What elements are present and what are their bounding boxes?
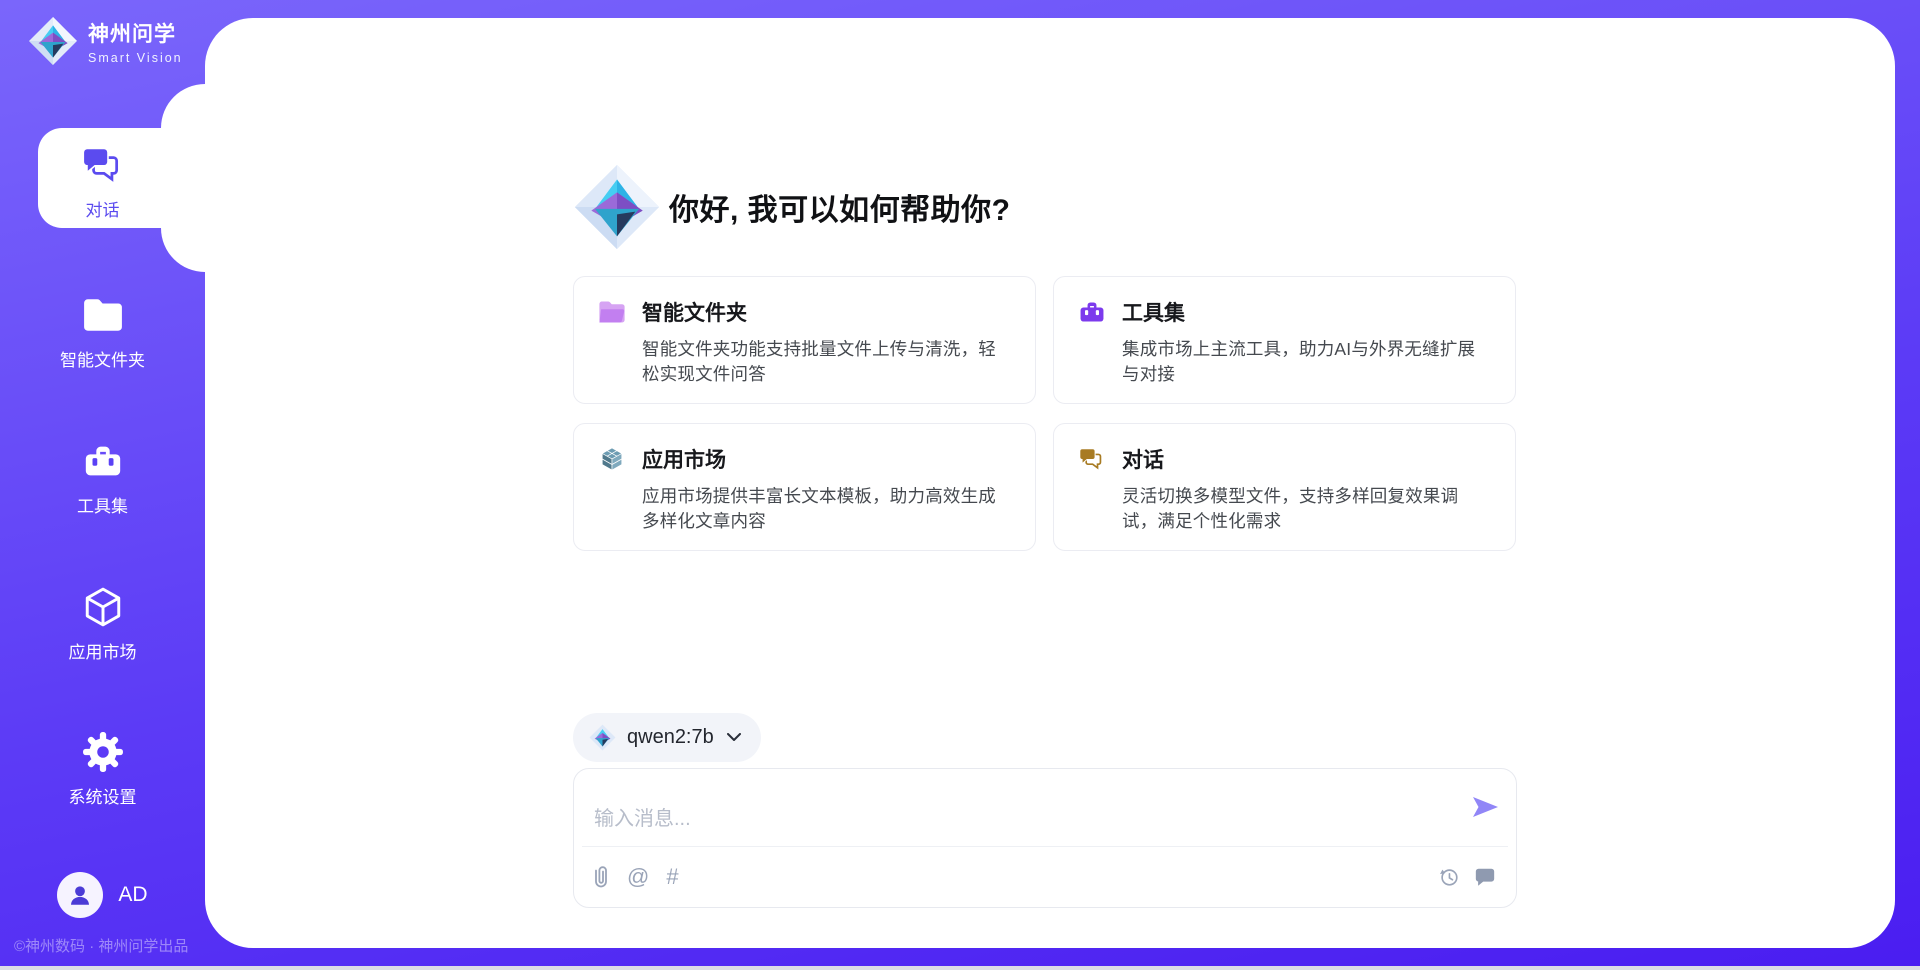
history-button[interactable] bbox=[1438, 866, 1460, 888]
sidebar-item-label: 应用市场 bbox=[69, 638, 137, 663]
at-icon: @ bbox=[627, 864, 649, 889]
user-icon bbox=[65, 880, 95, 910]
feature-cards: 智能文件夹 智能文件夹功能支持批量文件上传与清洗，轻松实现文件问答 工具集 bbox=[573, 276, 1517, 551]
window-bottom-edge bbox=[0, 966, 1920, 970]
card-title: 智能文件夹 bbox=[642, 297, 747, 327]
sidebar-item-tools[interactable]: 工具集 bbox=[0, 440, 205, 517]
cube-icon bbox=[82, 586, 124, 628]
greeting-text: 你好, 我可以如何帮助你? bbox=[669, 185, 1011, 229]
toolbox-icon bbox=[82, 440, 124, 482]
new-chat-button[interactable] bbox=[1474, 866, 1496, 888]
paperclip-icon bbox=[592, 865, 610, 889]
main-panel: 你好, 我可以如何帮助你? 智能文件夹 智能文件夹功能支持批量文件上传与清洗，轻… bbox=[205, 18, 1895, 948]
attach-button[interactable] bbox=[592, 865, 610, 889]
brand-diamond-icon bbox=[589, 724, 616, 751]
sidebar: 神州问学 Smart Vision 对话 智能文件夹 bbox=[0, 0, 205, 970]
copyright-text: ©神州数码 · 神州问学出品 bbox=[14, 935, 188, 956]
avatar bbox=[57, 872, 103, 918]
brand-subtitle: Smart Vision bbox=[88, 51, 183, 65]
card-description: 灵活切换多模型文件，支持多样回复效果调试，满足个性化需求 bbox=[1122, 484, 1491, 534]
user-profile[interactable]: AD bbox=[0, 872, 205, 918]
hash-icon: # bbox=[666, 864, 678, 889]
app-window: 神州问学 Smart Vision 对话 智能文件夹 bbox=[0, 0, 1920, 970]
card-title: 工具集 bbox=[1122, 297, 1185, 327]
brand: 神州问学 Smart Vision bbox=[28, 16, 183, 66]
model-name: qwen2:7b bbox=[627, 726, 714, 749]
assistant-diamond-icon bbox=[573, 163, 661, 251]
sidebar-item-market[interactable]: 应用市场 bbox=[0, 586, 205, 663]
send-icon bbox=[1470, 795, 1500, 819]
card-description: 智能文件夹功能支持批量文件上传与清洗，轻松实现文件问答 bbox=[642, 337, 1011, 387]
chat-bubble-icon bbox=[1474, 866, 1496, 888]
message-composer: @ # bbox=[573, 768, 1517, 908]
topic-button[interactable]: # bbox=[666, 866, 678, 888]
chat-icon bbox=[1078, 446, 1106, 472]
greeting: 你好, 我可以如何帮助你? bbox=[573, 163, 1011, 251]
message-input[interactable] bbox=[574, 769, 1516, 845]
user-initials: AD bbox=[118, 883, 147, 907]
sidebar-item-chat[interactable]: 对话 bbox=[0, 144, 205, 221]
brand-diamond-icon bbox=[28, 16, 78, 66]
mention-button[interactable]: @ bbox=[627, 866, 649, 888]
sidebar-item-label: 对话 bbox=[86, 196, 120, 221]
sidebar-item-label: 系统设置 bbox=[69, 783, 137, 808]
brand-name: 神州问学 bbox=[88, 18, 183, 48]
model-selector[interactable]: qwen2:7b bbox=[573, 713, 761, 762]
sidebar-item-settings[interactable]: 系统设置 bbox=[0, 731, 205, 808]
card-description: 应用市场提供丰富长文本模板，助力高效生成多样化文章内容 bbox=[642, 484, 1011, 534]
sidebar-item-folders[interactable]: 智能文件夹 bbox=[0, 294, 205, 371]
folder-icon bbox=[82, 294, 124, 336]
sidebar-item-label: 智能文件夹 bbox=[60, 346, 145, 371]
card-smart-folders[interactable]: 智能文件夹 智能文件夹功能支持批量文件上传与清洗，轻松实现文件问答 bbox=[573, 276, 1036, 404]
chat-icon bbox=[82, 144, 124, 186]
card-title: 应用市场 bbox=[642, 444, 726, 474]
send-button[interactable] bbox=[1470, 795, 1500, 821]
card-toolset[interactable]: 工具集 集成市场上主流工具，助力AI与外界无缝扩展与对接 bbox=[1053, 276, 1516, 404]
history-icon bbox=[1438, 866, 1460, 888]
card-description: 集成市场上主流工具，助力AI与外界无缝扩展与对接 bbox=[1122, 337, 1491, 387]
card-title: 对话 bbox=[1122, 444, 1164, 474]
gear-icon bbox=[82, 731, 124, 773]
toolbox-icon bbox=[1078, 299, 1106, 325]
folder-icon bbox=[598, 299, 626, 325]
chevron-down-icon bbox=[727, 733, 741, 742]
card-app-market[interactable]: 应用市场 应用市场提供丰富长文本模板，助力高效生成多样化文章内容 bbox=[573, 423, 1036, 551]
cube-icon bbox=[598, 446, 626, 472]
card-chat[interactable]: 对话 灵活切换多模型文件，支持多样回复效果调试，满足个性化需求 bbox=[1053, 423, 1516, 551]
sidebar-item-label: 工具集 bbox=[77, 492, 128, 517]
